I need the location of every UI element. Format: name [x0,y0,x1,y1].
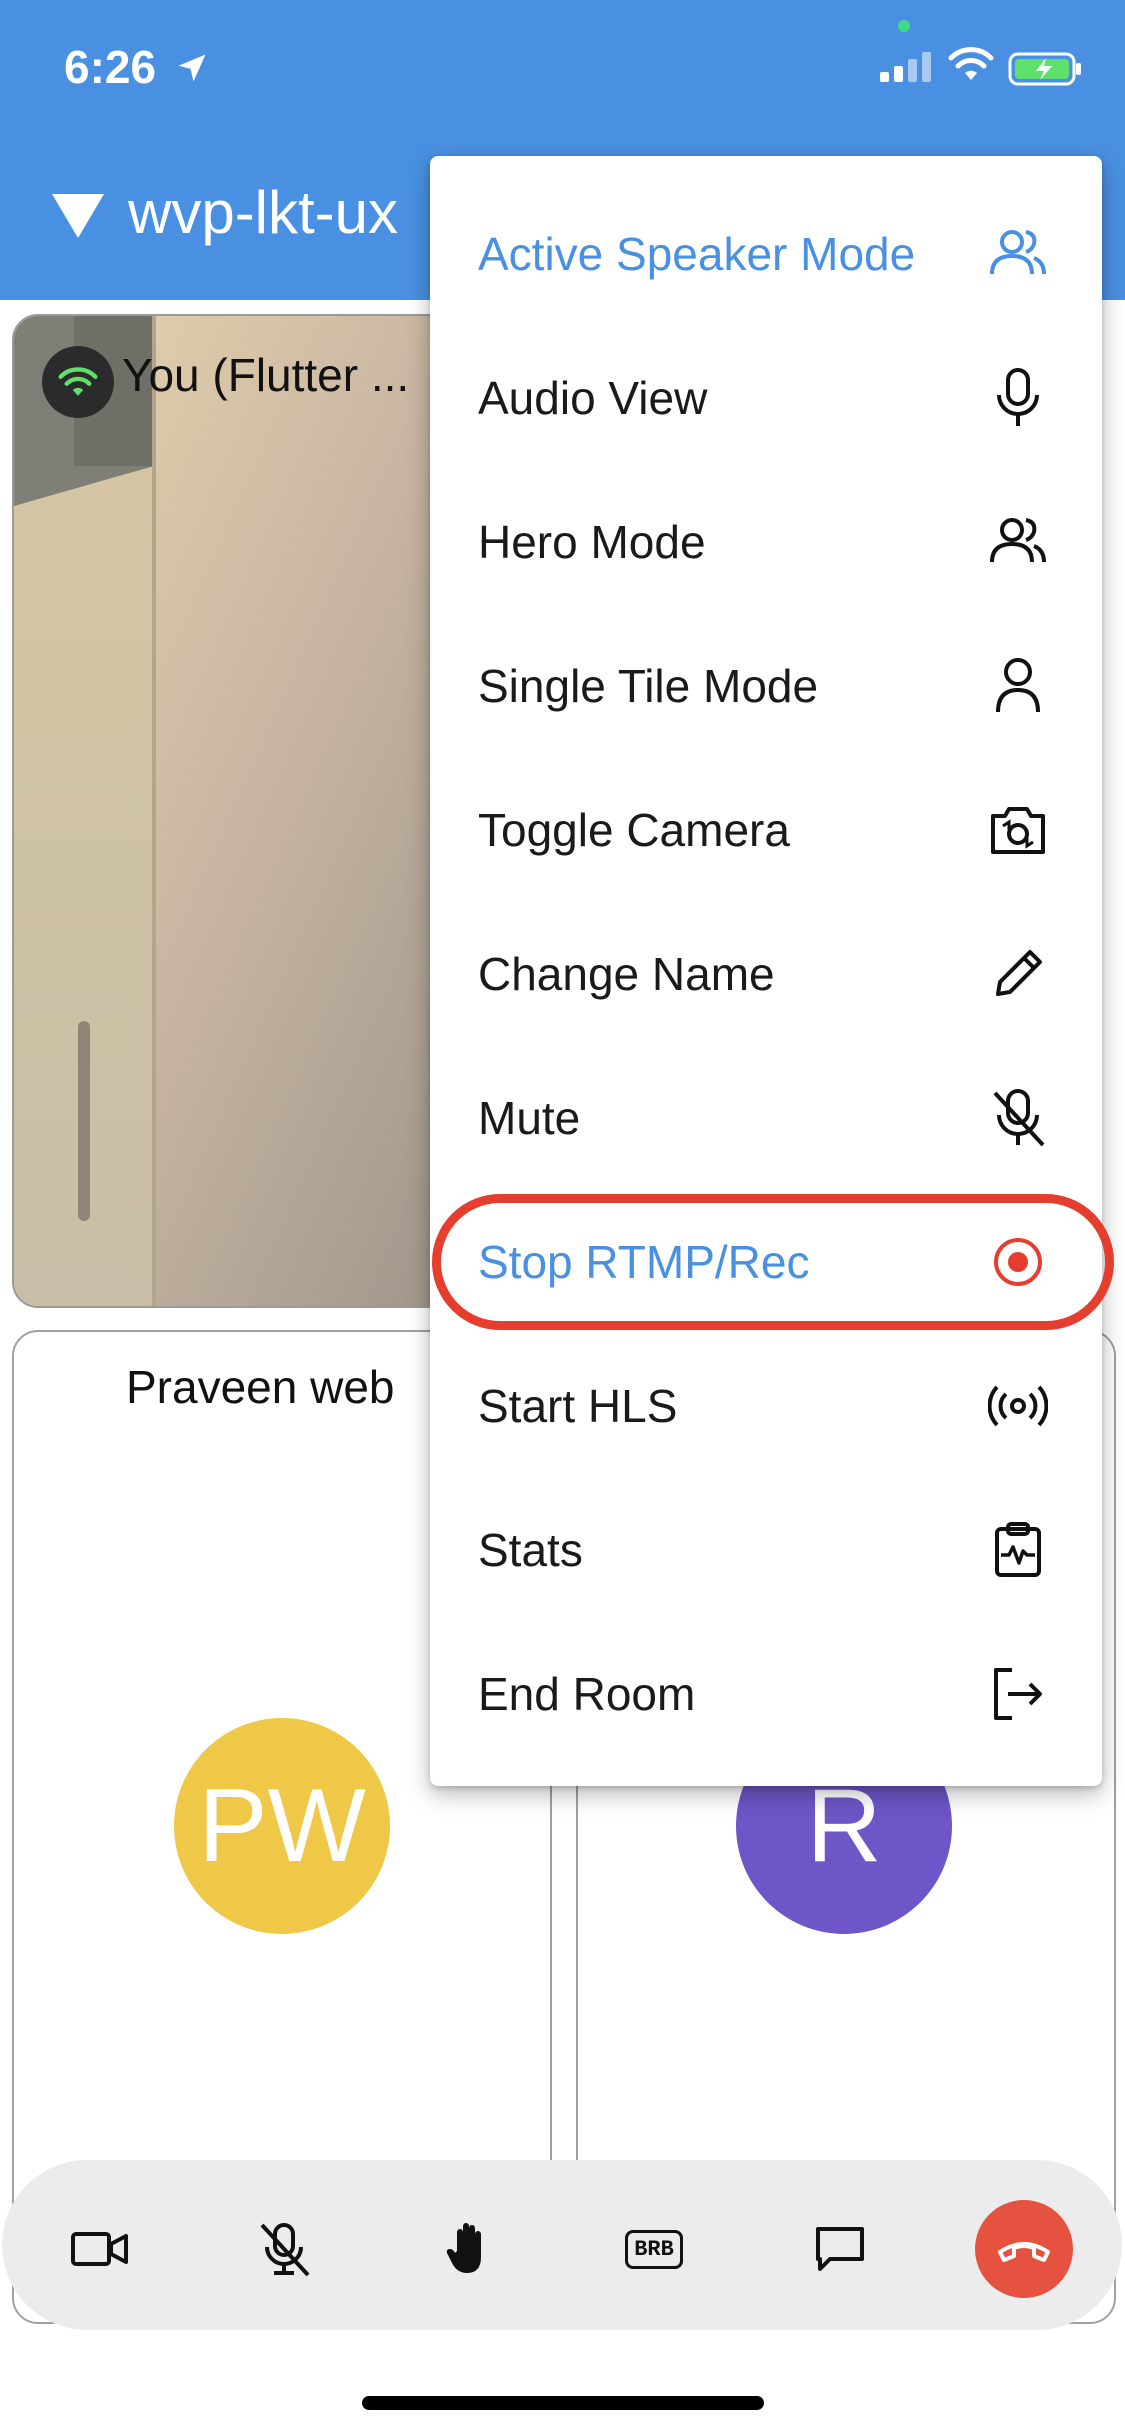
camera-indicator-dot [898,20,910,32]
menu-item-label: Audio View [478,372,708,424]
menu-item-label: Mute [478,1092,581,1144]
home-indicator [362,2396,764,2410]
menu-item-single-tile-mode[interactable]: Single Tile Mode [430,614,1102,758]
menu-item-hero-mode[interactable]: Hero Mode [430,470,1102,614]
menu-item-label: Hero Mode [478,516,706,568]
camera-toggle-button[interactable] [52,2201,148,2297]
menu-item-label: Change Name [478,948,775,1000]
raise-hand-icon [446,2223,481,2273]
menu-item-active-speaker-mode[interactable]: Active Speaker Mode [430,182,1102,326]
brb-button[interactable]: BRB [606,2201,702,2297]
raise-hand-button[interactable] [422,2201,518,2297]
menu-item-start-hls[interactable]: Start HLS [430,1334,1102,1478]
end-call-icon [998,2242,1050,2262]
chat-icon [816,2227,864,2271]
mic-off-icon [260,2223,310,2277]
mic-off-icon [986,1086,1050,1150]
network-wifi-icon [58,367,98,396]
menu-item-label: Active Speaker Mode [478,228,916,280]
meeting-controls-bar [2,2160,1122,2330]
avatar: PW [174,1718,390,1934]
chat-button[interactable] [792,2201,888,2297]
mic-toggle-button[interactable] [236,2201,332,2297]
person-icon [986,654,1050,718]
self-tile-name: You (Flutter ... [122,349,410,401]
brb-icon: BRB [625,2229,683,2269]
cellular-signal-icon [880,52,931,82]
microphone-icon [986,366,1050,430]
video-camera-icon [71,2232,128,2266]
stats-clipboard-icon [986,1518,1050,1582]
menu-item-label: Stats [478,1524,583,1576]
menu-item-label: Toggle Camera [478,804,790,856]
dropdown-triangle-icon[interactable] [52,194,104,238]
menu-item-label: Single Tile Mode [478,660,819,712]
menu-item-label: Start HLS [478,1380,678,1432]
menu-item-change-name[interactable]: Change Name [430,902,1102,1046]
room-options-menu: Active Speaker Mode Audio View Hero Mode… [430,156,1102,1786]
peer-tile-name: Praveen web [126,1361,395,1413]
menu-item-stats[interactable]: Stats [430,1478,1102,1622]
menu-item-toggle-camera[interactable]: Toggle Camera [430,758,1102,902]
pencil-icon [986,942,1050,1006]
battery-charging-icon [1008,52,1081,86]
self-video-feed [14,316,458,1306]
exit-icon [986,1662,1050,1726]
wifi-icon [948,47,994,80]
broadcast-icon [986,1374,1050,1438]
menu-item-mute[interactable]: Mute [430,1046,1102,1190]
camera-switch-icon [986,798,1050,862]
highlight-ring [432,1194,1114,1330]
room-title[interactable]: wvp-lkt-ux [128,178,398,247]
people-icon [986,222,1050,286]
end-call-button[interactable] [975,2200,1073,2298]
self-video-tile[interactable]: You (Flutter ... [12,314,460,1308]
network-quality-badge [42,346,114,418]
location-arrow-icon [178,54,206,82]
menu-item-end-room[interactable]: End Room [430,1622,1102,1766]
people-icon [986,510,1050,574]
menu-item-label: End Room [478,1668,696,1720]
status-time: 6:26 [64,41,157,93]
menu-item-audio-view[interactable]: Audio View [430,326,1102,470]
